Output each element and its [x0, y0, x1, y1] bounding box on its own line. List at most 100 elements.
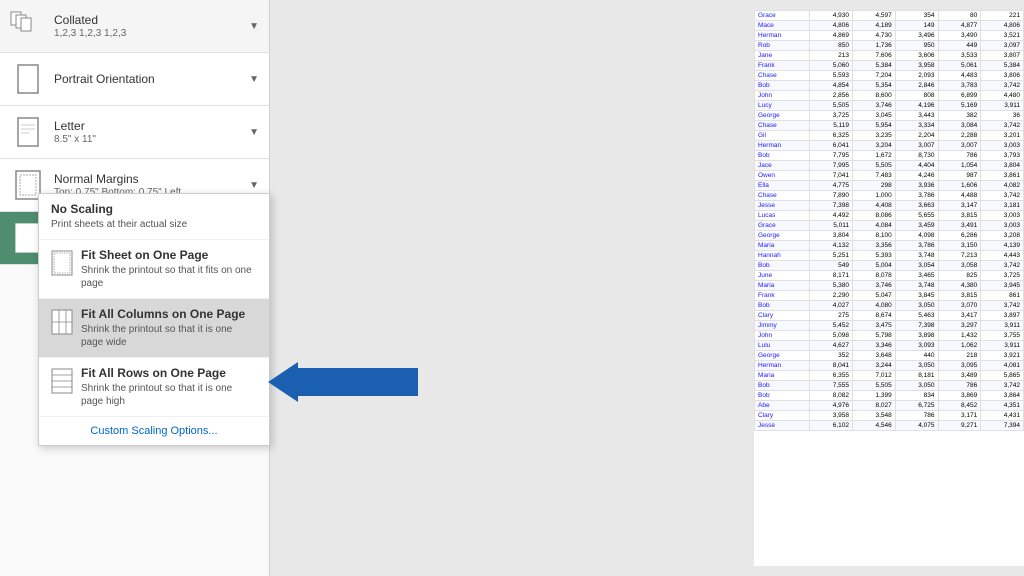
- table-cell: 3,911: [981, 321, 1024, 331]
- table-row: Clary2758,6745,4633,4173,897: [755, 311, 1024, 321]
- table-cell: 5,060: [810, 61, 853, 71]
- fit-rows-item[interactable]: Fit All Rows on One Page Shrink the prin…: [39, 358, 269, 417]
- table-cell: Frank: [755, 291, 810, 301]
- table-row: George3523,6484402183,921: [755, 351, 1024, 361]
- table-row: Chase7,8901,0003,7864,4883,742: [755, 191, 1024, 201]
- table-row: Owen7,0417,4834,2469873,861: [755, 171, 1024, 181]
- table-cell: 3,475: [853, 321, 896, 331]
- table-cell: 5,865: [981, 371, 1024, 381]
- collated-text: Collated 1,2,3 1,2,3 1,2,3: [54, 13, 241, 39]
- table-cell: 834: [895, 391, 938, 401]
- table-cell: 3,097: [981, 41, 1024, 51]
- orientation-option[interactable]: Portrait Orientation ▼: [0, 53, 269, 106]
- table-row: Jace7,9955,5054,4041,0543,804: [755, 161, 1024, 171]
- table-cell: 7,394: [981, 421, 1024, 431]
- table-row: Herman8,0413,2443,0503,0954,081: [755, 361, 1024, 371]
- table-cell: 4,930: [810, 11, 853, 21]
- table-cell: 3,742: [981, 301, 1024, 311]
- table-cell: 1,606: [938, 181, 981, 191]
- fit-columns-item[interactable]: Fit All Columns on One Page Shrink the p…: [39, 299, 269, 358]
- table-row: Rob8501,7369504493,097: [755, 41, 1024, 51]
- table-cell: 2,290: [810, 291, 853, 301]
- table-cell: Grace: [755, 221, 810, 231]
- table-cell: 6,899: [938, 91, 981, 101]
- collated-dropdown-arrow: ▼: [249, 21, 259, 32]
- table-cell: 786: [938, 381, 981, 391]
- table-row: Lucy5,5053,7464,1965,1693,911: [755, 101, 1024, 111]
- table-cell: 3,606: [895, 51, 938, 61]
- table-row: Grace5,0114,0843,4593,4913,003: [755, 221, 1024, 231]
- table-cell: Frank: [755, 61, 810, 71]
- table-row: Bob4,0274,0803,0503,0703,742: [755, 301, 1024, 311]
- table-cell: 3,334: [895, 121, 938, 131]
- table-cell: 5,393: [853, 251, 896, 261]
- table-cell: 786: [895, 411, 938, 421]
- table-cell: 3,864: [981, 391, 1024, 401]
- table-cell: 3,897: [981, 311, 1024, 321]
- table-cell: 3,815: [938, 291, 981, 301]
- table-cell: 2,093: [895, 71, 938, 81]
- table-cell: 4,869: [810, 31, 853, 41]
- table-cell: 7,606: [853, 51, 896, 61]
- table-cell: 4,351: [981, 401, 1024, 411]
- table-cell: 3,921: [981, 351, 1024, 361]
- table-cell: 7,204: [853, 71, 896, 81]
- table-cell: Jimmy: [755, 321, 810, 331]
- table-cell: 3,786: [895, 191, 938, 201]
- table-cell: 4,480: [981, 91, 1024, 101]
- table-cell: 4,877: [938, 21, 981, 31]
- custom-scaling-item[interactable]: Custom Scaling Options...: [39, 417, 269, 445]
- collated-option[interactable]: Collated 1,2,3 1,2,3 1,2,3 ▼: [0, 0, 269, 53]
- table-cell: 275: [810, 311, 853, 321]
- table-cell: Bob: [755, 81, 810, 91]
- table-cell: 5,119: [810, 121, 853, 131]
- table-cell: 3,725: [981, 271, 1024, 281]
- table-cell: 4,081: [981, 361, 1024, 371]
- table-cell: 3,746: [853, 281, 896, 291]
- table-cell: Clary: [755, 311, 810, 321]
- table-cell: Maria: [755, 241, 810, 251]
- table-cell: 3,045: [853, 111, 896, 121]
- table-cell: 3,804: [810, 231, 853, 241]
- table-cell: Lucas: [755, 211, 810, 221]
- table-row: Gil6,3253,2352,2042,2883,201: [755, 131, 1024, 141]
- table-cell: 3,244: [853, 361, 896, 371]
- table-cell: 1,000: [853, 191, 896, 201]
- table-cell: 8,027: [853, 401, 896, 411]
- table-cell: 5,463: [895, 311, 938, 321]
- table-cell: 4,492: [810, 211, 853, 221]
- table-cell: 4,546: [853, 421, 896, 431]
- table-cell: Herman: [755, 31, 810, 41]
- table-cell: 5,505: [853, 381, 896, 391]
- table-row: Bob5495,0043,0543,0583,742: [755, 261, 1024, 271]
- table-cell: 8,041: [810, 361, 853, 371]
- no-scaling-item[interactable]: No Scaling Print sheets at their actual …: [39, 194, 269, 240]
- table-cell: 4,098: [895, 231, 938, 241]
- paper-option[interactable]: Letter 8.5" x 11" ▼: [0, 106, 269, 159]
- table-cell: 3,496: [895, 31, 938, 41]
- table-cell: 786: [938, 151, 981, 161]
- table-cell: 1,062: [938, 341, 981, 351]
- table-cell: 4,431: [981, 411, 1024, 421]
- table-cell: 3,958: [810, 411, 853, 421]
- table-cell: 4,775: [810, 181, 853, 191]
- table-cell: 4,806: [981, 21, 1024, 31]
- table-cell: June: [755, 271, 810, 281]
- table-row: Frank5,0605,3843,9585,0615,384: [755, 61, 1024, 71]
- table-cell: 7,555: [810, 381, 853, 391]
- table-cell: 8,674: [853, 311, 896, 321]
- table-cell: 3,958: [895, 61, 938, 71]
- table-cell: 449: [938, 41, 981, 51]
- table-cell: 808: [895, 91, 938, 101]
- table-cell: 3,815: [938, 211, 981, 221]
- table-row: Lulu4,6273,3463,0931,0623,911: [755, 341, 1024, 351]
- table-cell: 4,488: [938, 191, 981, 201]
- table-cell: Ella: [755, 181, 810, 191]
- table-row: Jimmy5,4523,4757,3983,2973,911: [755, 321, 1024, 331]
- table-cell: 8,730: [895, 151, 938, 161]
- table-cell: 7,012: [853, 371, 896, 381]
- table-row: Herman6,0413,2043,0073,0073,003: [755, 141, 1024, 151]
- fit-sheet-item[interactable]: Fit Sheet on One Page Shrink the printou…: [39, 240, 269, 299]
- table-cell: 3,443: [895, 111, 938, 121]
- table-cell: 987: [938, 171, 981, 181]
